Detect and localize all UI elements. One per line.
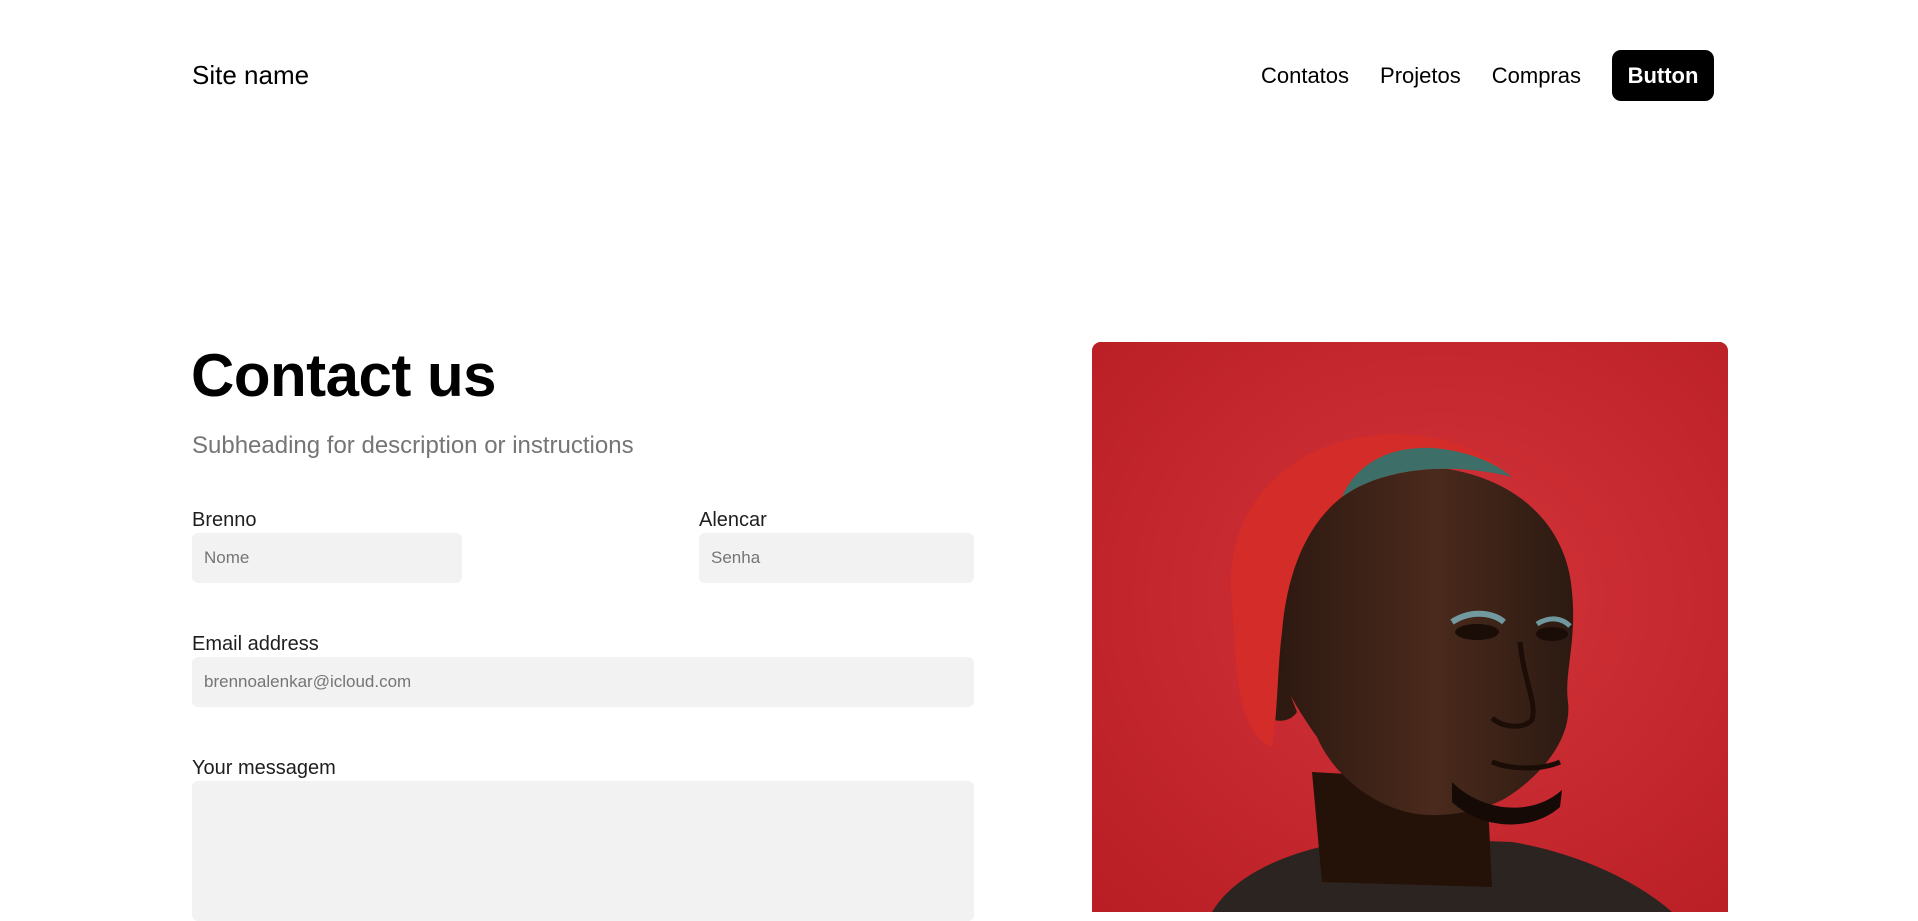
page-title: Contact us (191, 342, 497, 409)
email-input[interactable] (192, 657, 974, 707)
portrait-photo (1092, 342, 1728, 912)
first-name-input[interactable] (192, 533, 462, 583)
first-name-label: Brenno (192, 509, 257, 531)
nav-link-compras[interactable]: Compras (1492, 50, 1581, 101)
header-button[interactable]: Button (1612, 50, 1714, 101)
site-name[interactable]: Site name (192, 58, 309, 92)
top-nav: Contatos Projetos Compras Button (1261, 50, 1714, 101)
page-subtitle: Subheading for description or instructio… (192, 432, 634, 459)
message-textarea[interactable] (192, 781, 974, 921)
last-name-label: Alencar (699, 509, 767, 531)
message-label: Your messagem (192, 757, 336, 779)
last-name-input[interactable] (699, 533, 974, 583)
email-label: Email address (192, 633, 319, 655)
nav-link-contatos[interactable]: Contatos (1261, 50, 1349, 101)
nav-link-projetos[interactable]: Projetos (1380, 50, 1461, 101)
